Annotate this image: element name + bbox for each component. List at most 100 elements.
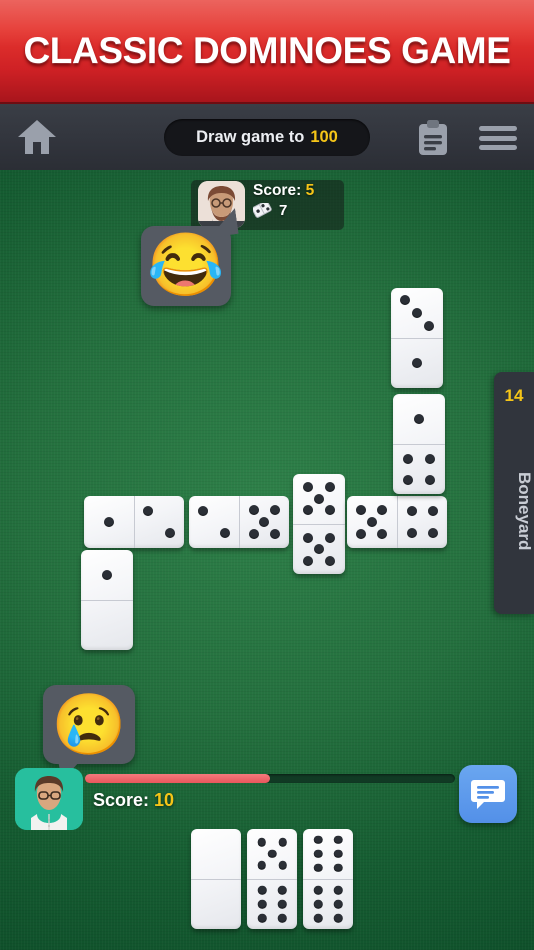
pip: [406, 506, 417, 517]
pip: [333, 886, 343, 895]
opponent-tile-count: 7: [253, 202, 287, 219]
pip: [303, 532, 314, 543]
pip: [303, 555, 314, 566]
turn-timer-fill: [85, 774, 270, 783]
pip: [427, 506, 438, 517]
pip: [303, 482, 314, 493]
pip: [414, 413, 424, 424]
pip: [399, 294, 410, 305]
opponent-emoji-bubble: 😂: [141, 226, 231, 306]
boneyard-panel[interactable]: 14 Boneyard: [494, 372, 534, 614]
hand-domino-6-6[interactable]: [303, 829, 353, 929]
pip: [277, 913, 287, 923]
pip: [377, 528, 388, 539]
pip: [259, 517, 270, 527]
domino-half-b: [240, 496, 290, 548]
pip: [333, 835, 343, 845]
domino-half-b: [293, 525, 345, 575]
pip: [248, 505, 259, 516]
pip: [257, 900, 267, 909]
clipboard-icon[interactable]: [417, 120, 449, 156]
pip: [333, 863, 343, 872]
domino-half-b: [398, 496, 448, 548]
pip: [219, 528, 230, 539]
domino-half-a: [81, 550, 133, 601]
pip: [324, 505, 335, 516]
draw-game-label: Draw game to: [196, 128, 305, 146]
pip: [257, 838, 266, 847]
menu-line: [479, 126, 517, 131]
domino-half-b: [247, 880, 297, 930]
hand-domino-0-0[interactable]: [191, 829, 241, 929]
pip: [324, 555, 335, 566]
domino-half-b: [135, 496, 185, 548]
opponent-score: Score: 5: [253, 182, 314, 200]
board-domino-5-4: [347, 496, 447, 548]
domino-icon: [253, 203, 272, 218]
pip: [313, 900, 323, 909]
chat-bubble-icon[interactable]: [459, 765, 517, 823]
player-score-value: 10: [154, 790, 175, 810]
pip: [257, 886, 267, 895]
board-domino-3-1: [391, 288, 443, 388]
draw-game-target-score: 100: [310, 128, 338, 146]
opponent-score-value: 5: [305, 182, 315, 199]
player-score-label: Score:: [93, 790, 150, 810]
opponent-avatar: [198, 181, 245, 228]
pip: [403, 474, 414, 485]
pip: [324, 482, 335, 493]
pip: [424, 474, 435, 485]
pip: [269, 528, 280, 539]
pip: [412, 307, 422, 318]
domino-half-a: [303, 829, 353, 880]
pip: [314, 493, 324, 504]
pip: [356, 505, 367, 516]
domino-half-a: [189, 496, 240, 548]
pip: [313, 835, 323, 845]
domino-half-b: [191, 880, 241, 930]
hand-domino-5-6[interactable]: [247, 829, 297, 929]
pip: [313, 849, 323, 858]
board-domino-1-0: [81, 550, 133, 650]
pip: [269, 505, 280, 516]
player-avatar: [15, 768, 83, 830]
pip: [324, 532, 335, 543]
menu-line: [479, 145, 517, 150]
pip: [248, 528, 259, 539]
pip: [103, 517, 114, 527]
pip: [278, 860, 287, 870]
domino-half-b: [393, 445, 445, 495]
pip: [412, 358, 422, 369]
domino-half-a: [191, 829, 241, 880]
pip: [143, 505, 154, 516]
pip: [366, 517, 377, 527]
opponent-tile-count-value: 7: [279, 202, 288, 219]
pip: [267, 849, 277, 858]
domino-half-a: [84, 496, 135, 548]
pip: [102, 569, 112, 580]
home-icon[interactable]: [16, 117, 58, 157]
pip: [333, 900, 343, 909]
pip: [333, 849, 343, 858]
laughing-tears-emoji: 😂: [147, 231, 225, 300]
domino-half-b: [303, 880, 353, 930]
top-toolbar: Draw game to 100: [0, 104, 534, 170]
board-domino-1-2: [84, 496, 184, 548]
hamburger-menu-icon[interactable]: [479, 126, 517, 150]
pip: [313, 886, 323, 895]
pip: [377, 505, 388, 516]
pip: [314, 544, 324, 555]
pip: [303, 505, 314, 516]
draw-game-target-pill[interactable]: Draw game to 100: [164, 119, 370, 156]
pip: [427, 527, 438, 538]
pip: [313, 913, 323, 923]
pip: [197, 505, 208, 516]
pip: [406, 527, 417, 538]
pip: [333, 913, 343, 923]
pip: [356, 528, 367, 539]
boneyard-count: 14: [504, 386, 524, 405]
pip: [257, 913, 267, 923]
board-domino-1-4: [393, 394, 445, 494]
domino-half-b: [391, 339, 443, 389]
pip: [424, 453, 435, 464]
